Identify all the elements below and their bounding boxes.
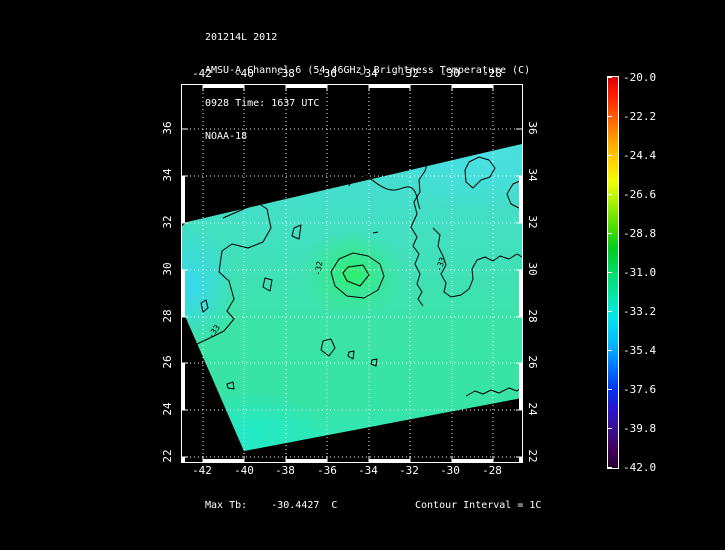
lon-tick-bottom: -34 [358, 464, 378, 477]
lat-tick-right: 24 [526, 402, 539, 416]
map-plot-frame: -33 -32 -33 [181, 84, 523, 463]
colorbar-tick-label: -24.4 [623, 149, 657, 162]
colorbar-tick-label: -35.4 [623, 344, 657, 357]
lon-tick-top: -36 [317, 67, 337, 80]
lat-tick-left: 22 [161, 449, 174, 463]
lat-tick-left: 34 [161, 168, 174, 182]
storm-id-line: 201214L 2012 [205, 32, 278, 43]
contour-interval-annotation: Contour Interval = 1C [415, 500, 542, 511]
colorbar-tick-label: -33.2 [623, 305, 657, 318]
lon-tick-bottom: -38 [275, 464, 295, 477]
lat-tick-left: 26 [161, 355, 174, 369]
lon-tick-top: -30 [440, 67, 460, 80]
lat-tick-left: 30 [161, 262, 174, 276]
colorbar-tick-label: -42.0 [623, 461, 657, 474]
lon-tick-top: -34 [358, 67, 378, 80]
lon-tick-bottom: -36 [317, 464, 337, 477]
lon-tick-top: -42 [192, 67, 212, 80]
lon-tick-top: -28 [482, 67, 502, 80]
lat-tick-right: 34 [526, 168, 539, 182]
colorbar-tick-label: -20.0 [623, 71, 657, 84]
lat-tick-left: 24 [161, 402, 174, 416]
colorbar-tick-label: -22.2 [623, 110, 657, 123]
lon-tick-top: -38 [275, 67, 295, 80]
lat-tick-right: 26 [526, 355, 539, 369]
lon-tick-top: -32 [399, 67, 419, 80]
lon-tick-bottom: -30 [440, 464, 460, 477]
colorbar-tick-label: -28.8 [623, 227, 657, 240]
map-plot-svg: -33 -32 -33 [182, 85, 522, 462]
lat-tick-right: 28 [526, 309, 539, 323]
lon-tick-bottom: -28 [482, 464, 502, 477]
lat-tick-right: 32 [526, 215, 539, 229]
lat-tick-right: 30 [526, 262, 539, 276]
colorbar-tick-label: -26.6 [623, 188, 657, 201]
colorbar-tick-label: -39.8 [623, 422, 657, 435]
lon-tick-bottom: -40 [234, 464, 254, 477]
lat-tick-left: 28 [161, 309, 174, 323]
colorbar-tick-label: -37.6 [623, 383, 657, 396]
max-tb-annotation: Max Tb: -30.4427 C [205, 500, 338, 511]
lon-tick-top: -40 [234, 67, 254, 80]
lat-tick-right: 36 [526, 121, 539, 135]
lat-tick-left: 36 [161, 121, 174, 135]
colorbar-ticks [608, 77, 612, 469]
lon-tick-bottom: -42 [192, 464, 212, 477]
lon-tick-bottom: -32 [399, 464, 419, 477]
lat-tick-left: 32 [161, 215, 174, 229]
colorbar-tick-label: -31.0 [623, 266, 657, 279]
lat-tick-right: 22 [526, 449, 539, 463]
satellite-swath [182, 144, 522, 451]
amsu-tb-plot-screen: 201214L 2012 AMSU-A Channel 6 (54.46GHz)… [0, 0, 725, 550]
